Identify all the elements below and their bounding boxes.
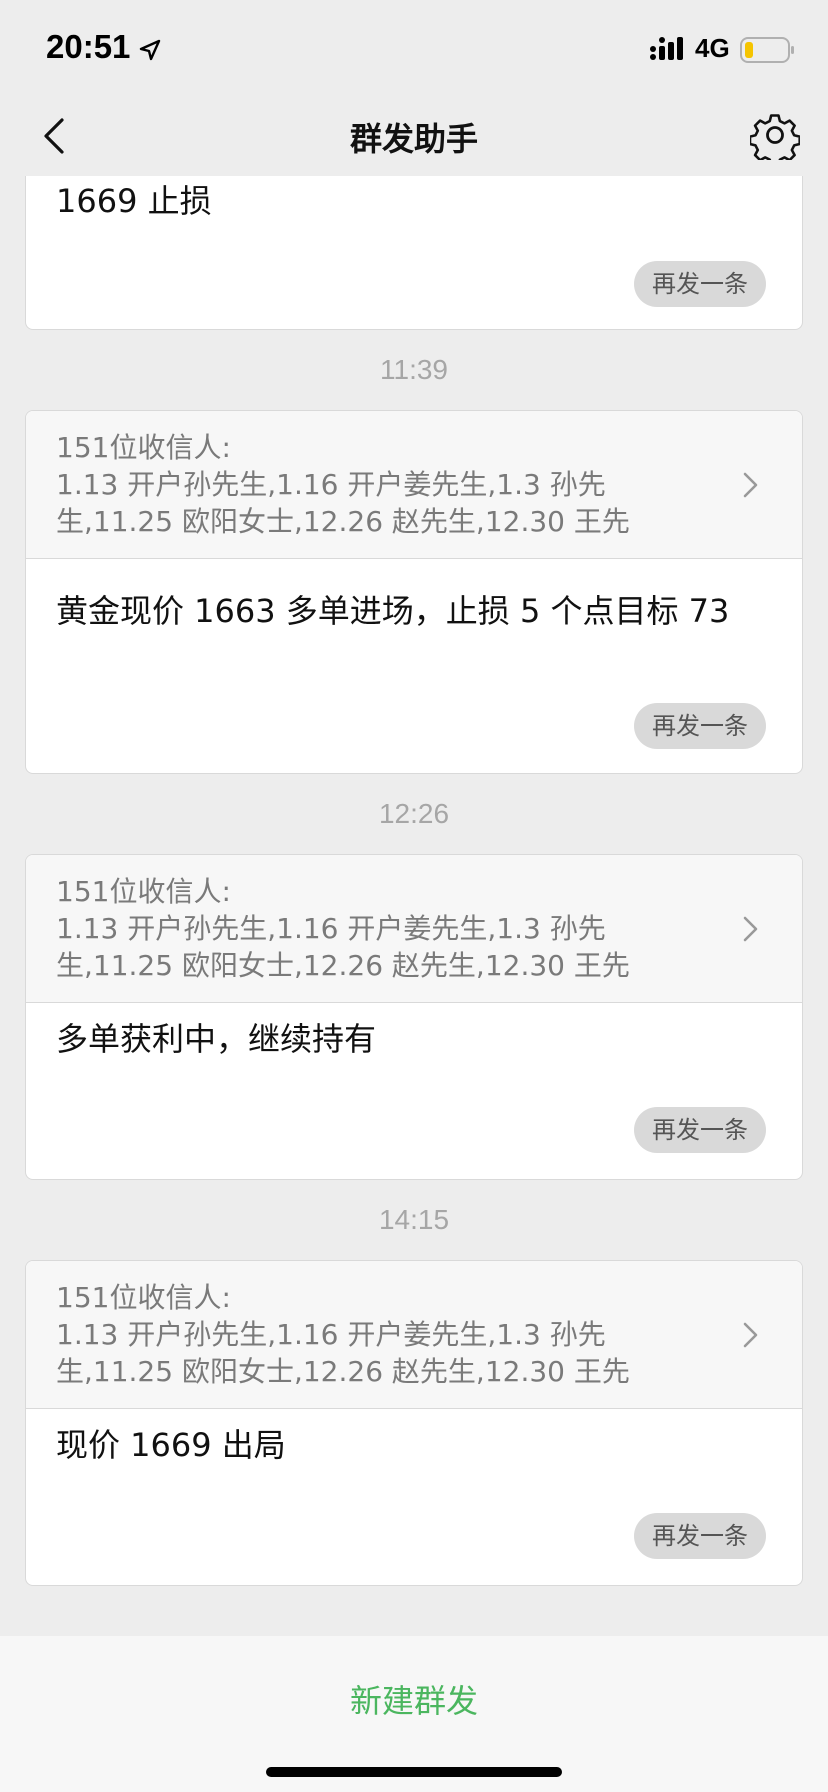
recipients-names: 生,11.25 欧阳女士,12.26 赵先生,12.30 王先 <box>56 1355 630 1388</box>
status-bar: 20:51 4G <box>0 0 828 96</box>
resend-button[interactable]: 再发一条 <box>634 703 766 749</box>
timestamp: 12:26 <box>378 798 450 829</box>
page-title: 群发助手 <box>349 120 478 158</box>
recipients-row[interactable]: 151位收信人: 1.13 开户孙先生,1.16 开户姜先生,1.3 孙先 生,… <box>26 1261 802 1409</box>
broadcast-message: 现价 1669 出局 <box>56 1426 286 1464</box>
new-broadcast-button[interactable]: 新建群发 <box>0 1676 828 1722</box>
location-arrow-icon <box>139 39 161 61</box>
home-indicator[interactable] <box>266 1767 562 1777</box>
chevron-right-icon <box>743 916 758 941</box>
network-type: 4G <box>695 33 730 63</box>
signal-icon <box>650 37 683 60</box>
broadcast-history-list[interactable]: 1669 止损 再发一条 11:39 151位收信人: 1.13 开户孙先生,1… <box>0 176 828 1636</box>
recipients-row[interactable]: 151位收信人: 1.13 开户孙先生,1.16 开户姜先生,1.3 孙先 生,… <box>26 411 802 559</box>
recipients-names: 1.13 开户孙先生,1.16 开户姜先生,1.3 孙先 <box>56 1318 606 1351</box>
chevron-right-icon <box>743 472 758 497</box>
timestamp: 11:39 <box>380 354 448 385</box>
status-time: 20:51 <box>46 28 131 65</box>
timestamp: 14:15 <box>378 1204 450 1235</box>
recipients-names: 1.13 开户孙先生,1.16 开户姜先生,1.3 孙先 <box>56 468 606 501</box>
recipients-header: 151位收信人: <box>56 875 231 908</box>
broadcast-card: 151位收信人: 1.13 开户孙先生,1.16 开户姜先生,1.3 孙先 生,… <box>25 1260 803 1586</box>
broadcast-card: 151位收信人: 1.13 开户孙先生,1.16 开户姜先生,1.3 孙先 生,… <box>25 854 803 1180</box>
resend-button[interactable]: 再发一条 <box>634 261 766 307</box>
recipients-names: 生,11.25 欧阳女士,12.26 赵先生,12.30 王先 <box>56 949 630 982</box>
battery-icon <box>740 37 794 63</box>
recipients-row[interactable]: 151位收信人: 1.13 开户孙先生,1.16 开户姜先生,1.3 孙先 生,… <box>26 855 802 1003</box>
broadcast-message: 黄金现价 1663 多单进场，止损 5 个点目标 73 <box>56 592 730 630</box>
recipients-names: 生,11.25 欧阳女士,12.26 赵先生,12.30 王先 <box>56 505 630 538</box>
recipients-header: 151位收信人: <box>56 1281 231 1314</box>
resend-button[interactable]: 再发一条 <box>634 1513 766 1559</box>
bottom-bar: 新建群发 <box>0 1636 828 1792</box>
broadcast-message: 1669 止损 <box>56 182 212 220</box>
broadcast-card: 1669 止损 再发一条 <box>25 176 803 330</box>
resend-button[interactable]: 再发一条 <box>634 1107 766 1153</box>
broadcast-card: 151位收信人: 1.13 开户孙先生,1.16 开户姜先生,1.3 孙先 生,… <box>25 410 803 774</box>
recipients-header: 151位收信人: <box>56 431 231 464</box>
broadcast-message: 多单获利中，继续持有 <box>56 1020 377 1058</box>
chevron-right-icon <box>743 1322 758 1347</box>
gear-icon[interactable] <box>750 110 800 160</box>
recipients-names: 1.13 开户孙先生,1.16 开户姜先生,1.3 孙先 <box>56 912 606 945</box>
nav-bar: 群发助手 <box>0 96 828 176</box>
